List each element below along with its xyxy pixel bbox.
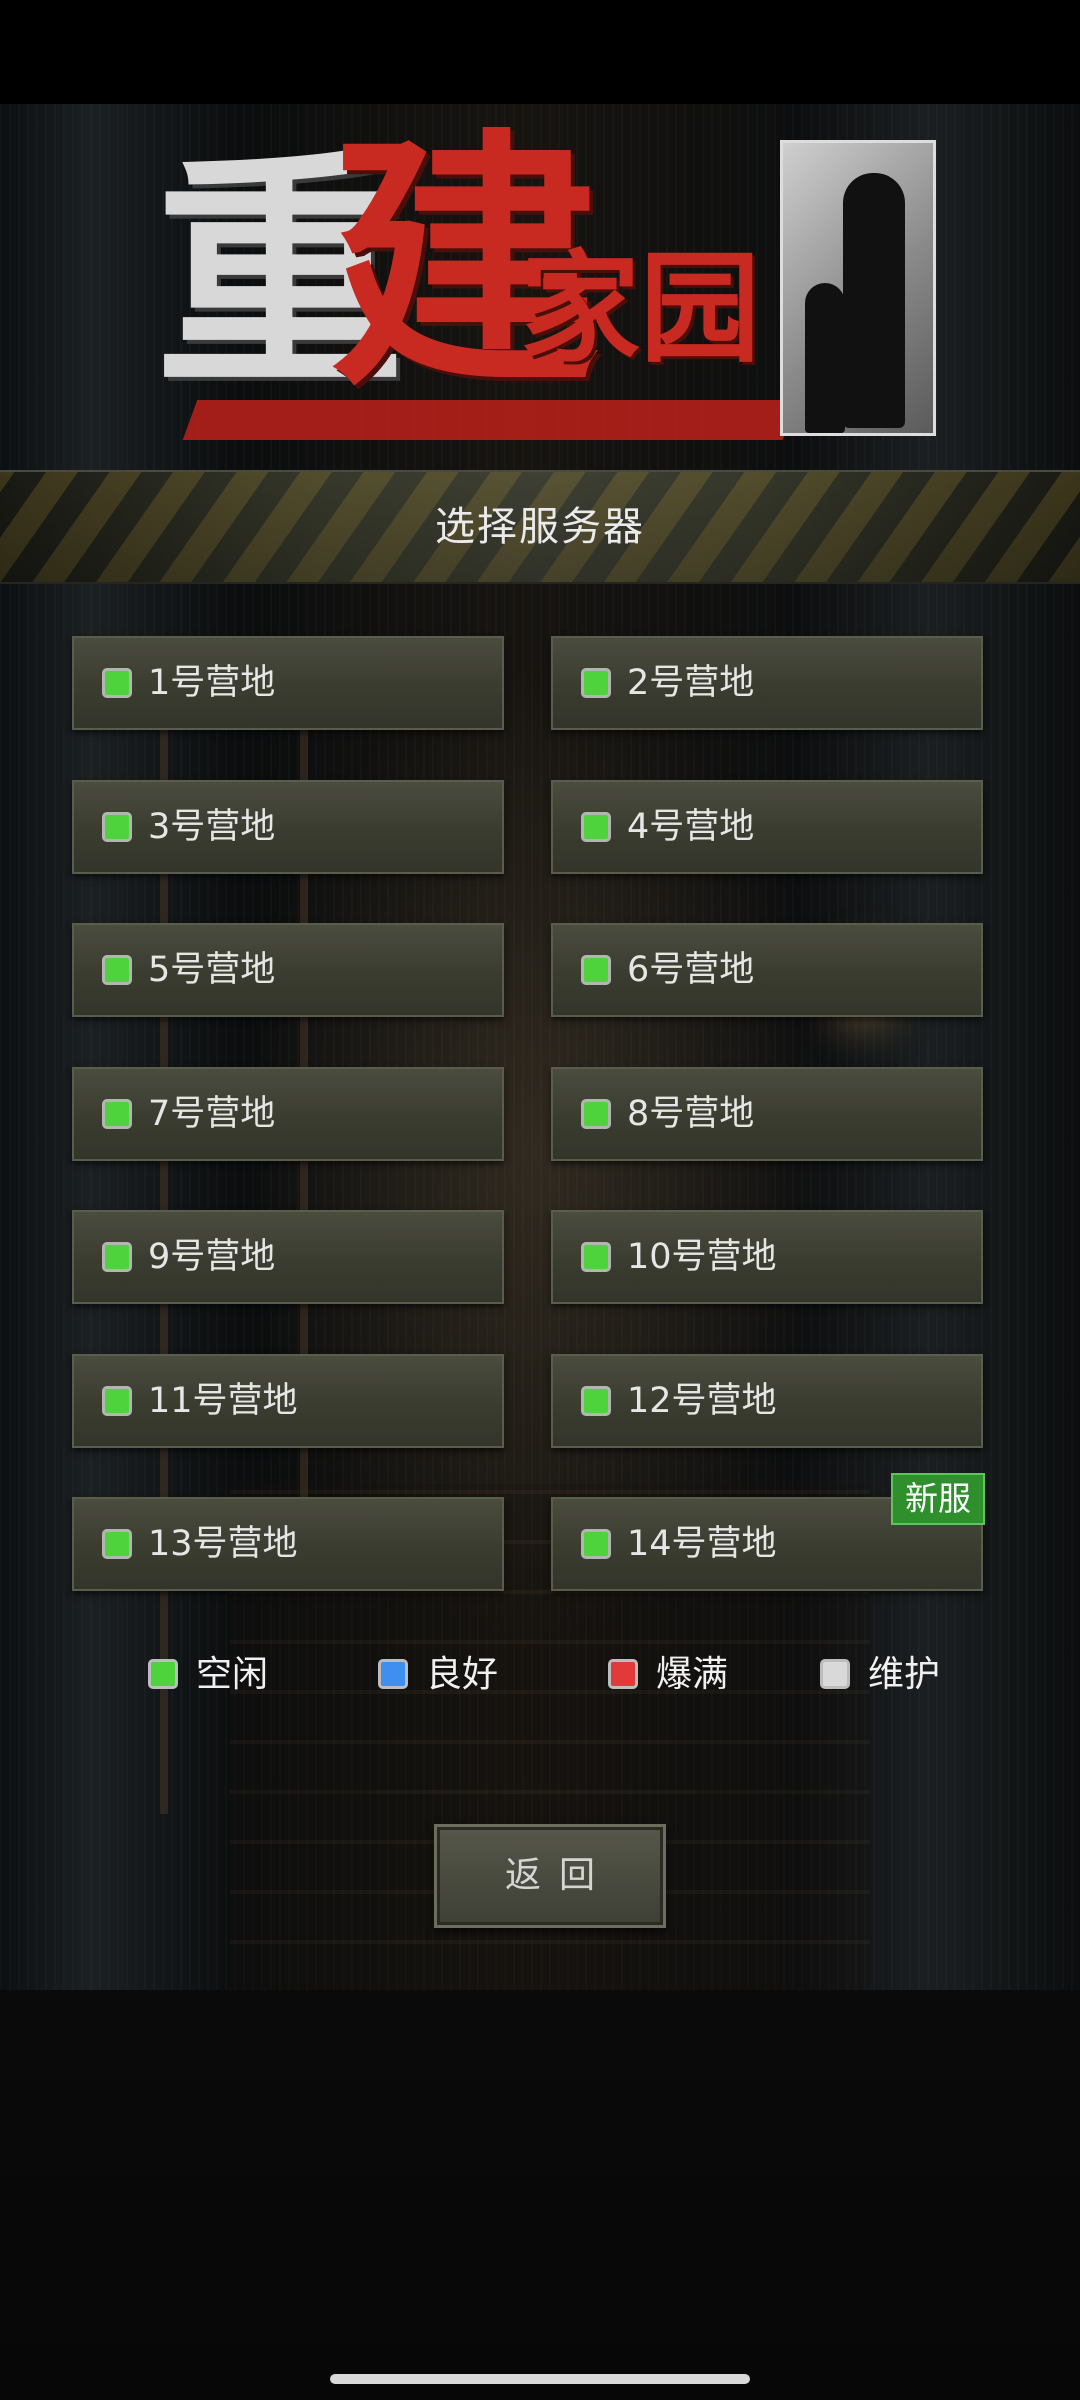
status-bar — [0, 0, 1080, 104]
server-button-2[interactable]: 2号营地 — [551, 636, 983, 730]
game-logo: 重 建 家园 — [150, 130, 940, 460]
status-idle-icon — [581, 668, 611, 698]
logo-family-silhouette — [780, 140, 936, 436]
new-server-badge: 新服 — [891, 1473, 985, 1525]
server-button-14[interactable]: 14号营地 新服 — [551, 1473, 985, 1591]
server-button-12[interactable]: 12号营地 — [551, 1354, 983, 1448]
status-idle-icon — [102, 1386, 132, 1416]
legend-label: 良好 — [426, 1654, 499, 1695]
adult-silhouette-icon — [843, 173, 905, 428]
server-label: 6号营地 — [627, 950, 755, 990]
server-label: 8号营地 — [627, 1094, 755, 1134]
legend-label: 空闲 — [196, 1654, 269, 1695]
maintenance-status-icon — [820, 1659, 850, 1689]
back-button[interactable]: 返回 — [434, 1824, 666, 1928]
status-idle-icon — [581, 955, 611, 985]
server-label: 5号营地 — [148, 950, 276, 990]
server-button-9[interactable]: 9号营地 — [72, 1210, 504, 1304]
status-idle-icon — [581, 1386, 611, 1416]
server-button-8[interactable]: 8号营地 — [551, 1067, 983, 1161]
full-status-icon — [608, 1659, 638, 1689]
server-label: 2号营地 — [627, 663, 755, 703]
status-idle-icon — [581, 1099, 611, 1129]
status-idle-icon — [102, 1099, 132, 1129]
server-label: 7号营地 — [148, 1094, 276, 1134]
server-button-11[interactable]: 11号营地 — [72, 1354, 504, 1448]
server-label: 14号营地 — [627, 1524, 777, 1564]
status-idle-icon — [102, 812, 132, 842]
good-status-icon — [378, 1659, 408, 1689]
back-button-label: 返回 — [504, 1855, 613, 1896]
server-button-5[interactable]: 5号营地 — [72, 923, 504, 1017]
header-banner: 选择服务器 — [0, 470, 1080, 584]
server-button-7[interactable]: 7号营地 — [72, 1067, 504, 1161]
page-title: 选择服务器 — [435, 504, 645, 550]
status-idle-icon — [102, 1529, 132, 1559]
status-idle-icon — [581, 812, 611, 842]
bottom-area — [0, 1990, 1080, 2400]
game-screen: 重 建 家园 选择服务器 1号营地 2号营地 3号营地 4号营地 5号营地 6号… — [0, 0, 1080, 2400]
status-idle-icon — [102, 955, 132, 985]
status-legend: 空闲 良好 爆满 维护 — [0, 1645, 1080, 1705]
home-indicator[interactable] — [330, 2374, 750, 2384]
status-idle-icon — [102, 1242, 132, 1272]
server-button-13[interactable]: 13号营地 — [72, 1497, 504, 1591]
legend-label: 爆满 — [656, 1654, 729, 1695]
server-label: 12号营地 — [627, 1381, 777, 1421]
server-label: 10号营地 — [627, 1237, 777, 1277]
legend-label: 维护 — [868, 1654, 941, 1695]
child-silhouette-icon — [805, 283, 845, 433]
server-label: 1号营地 — [148, 663, 276, 703]
status-idle-icon — [581, 1529, 611, 1559]
status-idle-icon — [102, 668, 132, 698]
logo-char-3: 家园 — [520, 240, 760, 379]
server-label: 13号营地 — [148, 1524, 298, 1564]
server-label: 4号营地 — [627, 807, 755, 847]
server-label: 11号营地 — [148, 1381, 298, 1421]
server-button-1[interactable]: 1号营地 — [72, 636, 504, 730]
server-button-4[interactable]: 4号营地 — [551, 780, 983, 874]
status-idle-icon — [581, 1242, 611, 1272]
server-button-10[interactable]: 10号营地 — [551, 1210, 983, 1304]
server-button-6[interactable]: 6号营地 — [551, 923, 983, 1017]
server-label: 9号营地 — [148, 1237, 276, 1277]
server-label: 3号营地 — [148, 807, 276, 847]
idle-status-icon — [148, 1659, 178, 1689]
server-button-3[interactable]: 3号营地 — [72, 780, 504, 874]
